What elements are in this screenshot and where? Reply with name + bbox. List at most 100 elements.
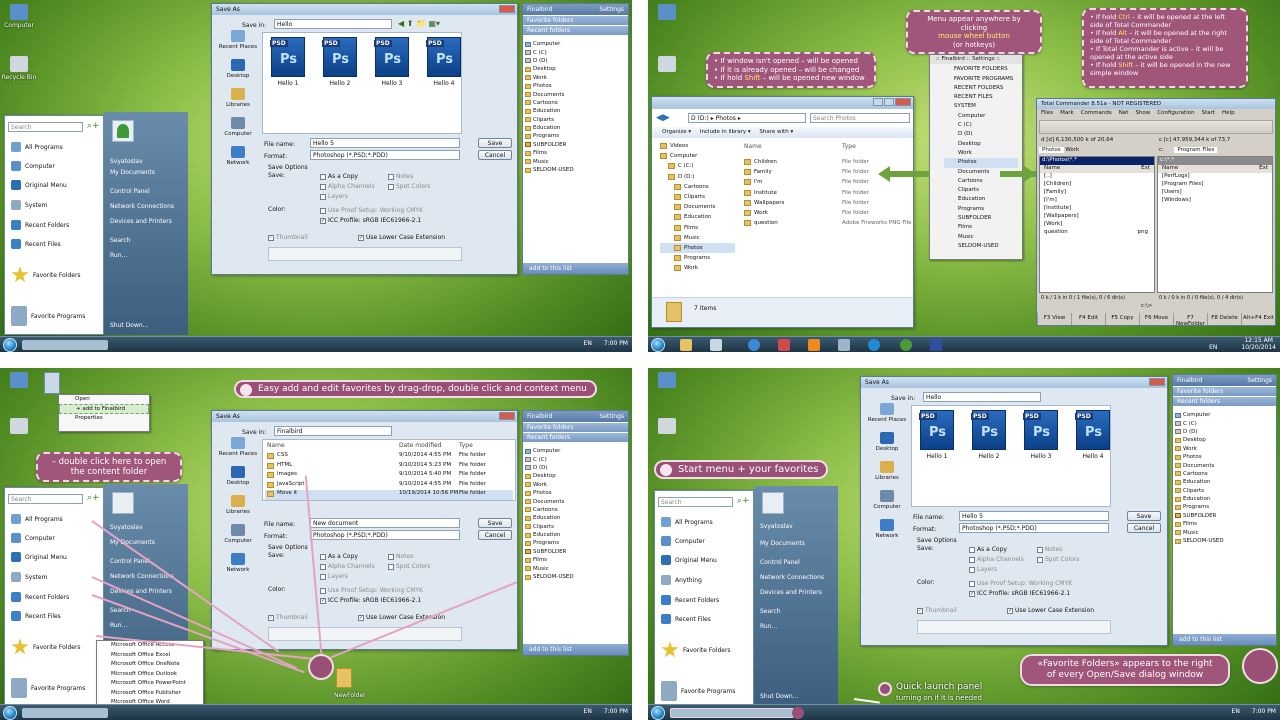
favorite-item[interactable]: Education [525,107,626,115]
tc-menu-item[interactable]: Net [1119,110,1129,116]
favorite-item[interactable]: Documents [525,90,626,98]
quick-launch-icons[interactable] [22,708,108,718]
menu-item-my-documents[interactable]: My Documents [110,169,155,176]
favorite-item[interactable]: Desktop [525,472,626,480]
search-icon[interactable]: ⌕+ [737,496,750,506]
save-in-select[interactable]: Hello [274,19,392,29]
popup-menu-item[interactable]: Programs [944,205,1018,214]
chrome-taskbar-icon[interactable] [900,339,912,351]
favorite-item[interactable]: SUBFOLDER [525,548,626,556]
tc-fkey-button[interactable]: F7 NewFolder [1173,313,1207,327]
popup-menu-item[interactable]: SUBFOLDER [944,214,1018,223]
favorite-item[interactable]: Work [525,481,626,489]
file-row[interactable]: Institute File folder [744,188,912,198]
menu-item-all-programs[interactable]: All Programs [11,142,63,152]
menu-item-all-programs[interactable]: All Programs [11,514,63,524]
favorite-item[interactable]: Films [1175,520,1274,528]
as-copy-checkbox[interactable]: As a Copy [320,173,358,180]
ie-taskbar-icon[interactable] [748,339,760,351]
organize-menu[interactable]: Organize ▾ [662,129,691,135]
menu-item-user[interactable]: Svyatoslav [110,158,143,165]
menu-item-run[interactable]: Run... [110,252,127,259]
save-button[interactable]: Save [478,138,512,148]
favorite-item[interactable]: SUBFOLDER [1175,512,1274,520]
submenu-item[interactable]: Microsoft Office Publisher [97,689,203,699]
cancel-button[interactable]: Cancel [478,530,512,540]
favorite-item[interactable]: Education [525,531,626,539]
tree-item[interactable]: Programs [660,253,735,263]
tc-fkey-button[interactable]: F4 Edit [1071,313,1105,325]
menu-item-recent-files[interactable]: Recent Files [11,239,61,249]
tc-file-row[interactable]: [Work] [1040,221,1154,229]
tree-item[interactable]: Work [660,263,735,273]
favorite-item[interactable]: Education [525,514,626,522]
desktop-icon-recycle-bin[interactable] [648,56,686,74]
save-button[interactable]: Save [1127,511,1161,521]
popup-menu-item[interactable]: Desktop [944,140,1018,149]
file-item[interactable]: Hello 1 [267,37,309,87]
favorite-item[interactable]: Computer [1175,411,1274,419]
save-button[interactable]: Save [478,518,512,528]
favorite-item[interactable]: Education [1175,478,1274,486]
file-item[interactable]: Hello 3 [371,37,413,87]
submenu-item[interactable]: Microsoft Office Excel [97,651,203,661]
search-input[interactable]: Search Photos [810,113,910,123]
tree-item[interactable]: C (C:) [660,161,735,171]
menu-item-favorite-programs[interactable]: Favorite Programs [11,678,85,698]
tree-item[interactable]: Videos [660,141,735,151]
favorite-item[interactable]: D (D) [1175,428,1274,436]
proof-checkbox[interactable]: Use Proof Setup: Working CMYK [320,207,423,214]
favorite-folders-tab[interactable]: Favorite folders [523,15,628,25]
ctx-properties[interactable]: Properties [59,414,149,423]
app-taskbar-icon[interactable] [778,339,790,351]
popup-menu-item[interactable]: Computer [944,112,1018,121]
favorite-item[interactable]: SELDOM-USED [525,166,626,174]
tc-tabs-left[interactable]: Photos Work [1039,147,1079,153]
popup-menu-item[interactable]: C (C) [944,121,1018,130]
ctx-add-to-finalbird[interactable]: + add to Finalbird [59,404,149,414]
desktop-icon-recycle-bin[interactable] [648,418,686,436]
menu-item-devices-printers[interactable]: Devices and Printers [110,218,172,225]
close-icon[interactable] [1149,378,1165,386]
menu-item-recent-folders[interactable]: Recent Folders [11,220,69,230]
layers-checkbox[interactable]: Layers [320,193,348,200]
file-name-input[interactable]: Hello 5 [310,138,460,148]
tree-item[interactable]: Music [660,233,735,243]
favorite-item[interactable]: SUBFOLDER [525,141,626,149]
file-row[interactable]: Move it 10/19/2014 10:56 PM File folder [265,490,513,500]
share-menu[interactable]: Share with ▾ [759,129,793,135]
tree-item[interactable]: Education [660,212,735,222]
maximize-icon[interactable] [884,98,894,106]
add-to-list-button[interactable]: add to this list [523,263,628,274]
tc-fkey-button[interactable]: F5 Copy [1105,313,1139,325]
format-select[interactable]: Photoshop (*.PSD;*.PDD) [310,150,460,160]
teamviewer-taskbar-icon[interactable] [868,339,880,351]
search-input[interactable]: Search [658,497,733,507]
menu-item-system[interactable]: System [11,200,47,210]
icc-checkbox[interactable]: ✓ ICC Profile: sRGB IEC61966-2.1 [320,217,421,224]
file-row[interactable]: images 9/10/2014 5:40 PM File folder [265,471,513,481]
menu-item-favorite-folders[interactable]: Favorite Folders [11,266,81,284]
tc-menubar[interactable]: Files Mark Commands Net Show Configuration Sta… [1037,110,1275,118]
file-row[interactable]: HTML 9/10/2014 5:23 PM File folder [265,462,513,472]
favorite-item[interactable]: Music [1175,528,1274,536]
start-orb-icon[interactable] [3,338,17,352]
desktop-icon-computer[interactable] [648,372,686,390]
favorite-item[interactable]: Music [525,157,626,165]
tc-file-row[interactable]: [Windows] [1158,197,1272,205]
tc-menu-item[interactable]: Mark [1060,110,1074,116]
file-row[interactable]: JavaScript 9/10/2014 4:55 PM File folder [265,481,513,491]
popup-menu-item[interactable]: Cartoons [944,177,1018,186]
avatar[interactable] [112,492,134,514]
file-row[interactable]: Wallpapers File folder [744,198,912,208]
favorite-item[interactable]: Desktop [525,65,626,73]
favorite-item[interactable]: Cliparts [1175,487,1274,495]
favorite-item[interactable]: Cartoons [525,506,626,514]
calc-taskbar-icon[interactable] [710,339,722,351]
tc-fkey-button[interactable]: Alt+F4 Exit [1241,313,1275,325]
popup-menu-item[interactable]: Films [944,223,1018,232]
popup-menu-item[interactable]: Music [944,233,1018,242]
favorite-item[interactable]: Music [525,564,626,572]
tree-item[interactable]: Cartoons [660,182,735,192]
favorite-item[interactable]: Cliparts [525,523,626,531]
